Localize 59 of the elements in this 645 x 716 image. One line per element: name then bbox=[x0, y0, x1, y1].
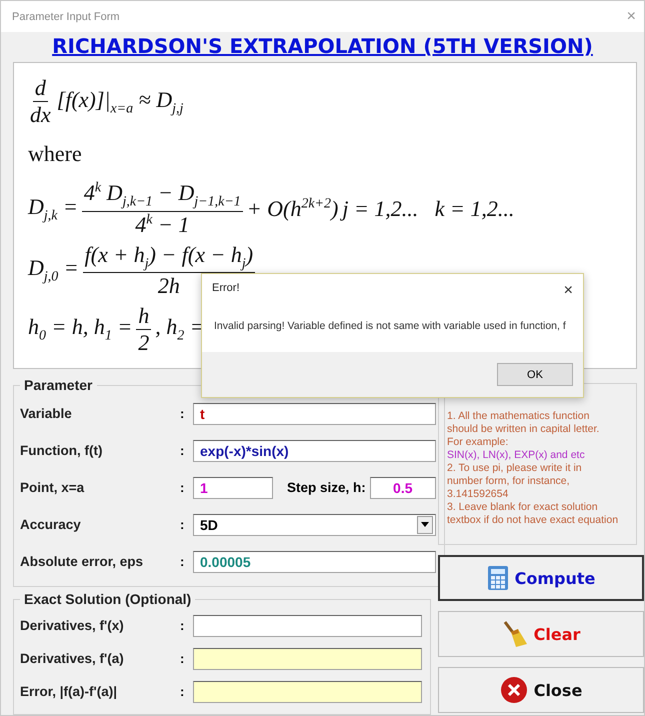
clear-button[interactable]: Clear bbox=[438, 611, 644, 657]
compute-button[interactable]: Compute bbox=[438, 555, 644, 601]
instruction-text: 1. All the mathematics function bbox=[447, 410, 590, 423]
input-field[interactable]: 0.5 bbox=[370, 476, 436, 498]
colon: : bbox=[180, 480, 186, 495]
field-label: Accuracy bbox=[20, 517, 82, 532]
field-label: Step size, h: bbox=[286, 480, 367, 495]
group-legend: Parameter bbox=[20, 377, 96, 393]
instruction-text: For example: bbox=[447, 436, 510, 449]
input-field[interactable] bbox=[193, 648, 422, 670]
formula-text: j = 1,2... k = 1,2... bbox=[342, 196, 514, 222]
input-field[interactable]: 0.00005 bbox=[193, 550, 436, 572]
broom-icon bbox=[502, 620, 528, 648]
input-field[interactable]: 1 bbox=[193, 476, 273, 498]
field-label: Absolute error, eps bbox=[20, 554, 144, 569]
form-heading: RICHARDSON'S EXTRAPOLATION (5TH VERSION) bbox=[52, 34, 593, 58]
close-button[interactable]: × bbox=[564, 282, 573, 300]
instruction-text: 3.141592654 bbox=[447, 488, 510, 501]
formula-text: D$_{j,k}$ = bbox=[28, 194, 78, 224]
field-label: Derivatives, f'(x) bbox=[20, 618, 125, 633]
formula-text: where bbox=[28, 141, 82, 168]
close-icon bbox=[500, 676, 528, 704]
field-label: Point, x=a bbox=[20, 480, 86, 495]
formula-text: D$_{j,0}$ = bbox=[28, 255, 79, 286]
input-field[interactable] bbox=[193, 614, 422, 636]
field-label: Derivatives, f'(a) bbox=[20, 651, 125, 666]
caret-icon bbox=[420, 522, 429, 527]
accuracy-dropdown[interactable]: 5D bbox=[193, 514, 436, 536]
dialog-title: Error! bbox=[212, 282, 240, 296]
formula-text: h$_{0}$ = h, h$_{1}$ = bbox=[28, 314, 132, 345]
instruction-text: 3. Leave blank for exact solution bbox=[447, 501, 599, 514]
colon: : bbox=[180, 554, 186, 569]
instruction-text: should be written in capital letter. bbox=[447, 423, 600, 436]
field-label: Function, f(t) bbox=[20, 443, 104, 458]
group-legend: Exact Solution (Optional) bbox=[20, 591, 196, 607]
calculator-icon bbox=[486, 565, 509, 591]
field-label: Variable bbox=[20, 406, 73, 421]
formula-text: + O(h$^{2k+2}$) bbox=[246, 196, 338, 222]
colon: : bbox=[180, 684, 186, 699]
input-field[interactable]: t bbox=[193, 402, 436, 424]
window-title: Parameter Input Form bbox=[12, 10, 120, 23]
error-message: Invalid parsing! Variable defined is not same with variable used in function, f bbox=[213, 319, 567, 334]
ok-button[interactable]: OK bbox=[497, 363, 573, 386]
colon: : bbox=[180, 443, 186, 458]
instruction-text: SIN(x), LN(x), EXP(x) and etc bbox=[447, 449, 586, 462]
input-field[interactable] bbox=[193, 680, 422, 702]
colon: : bbox=[180, 618, 186, 633]
fraction: h 2 bbox=[136, 303, 152, 356]
formula-text: [f(x)]|$_{x=a}$ ≈ D$_{j,j}$ bbox=[56, 86, 184, 117]
fraction: d dx bbox=[29, 75, 52, 128]
colon: : bbox=[180, 517, 186, 532]
instruction-text: 2. To use pi, please write it in bbox=[447, 462, 583, 475]
input-field[interactable]: exp(-x)*sin(x) bbox=[193, 440, 436, 462]
close-button[interactable]: Close bbox=[438, 667, 644, 713]
instruction-text: number form, for instance, bbox=[447, 475, 571, 488]
instruction-text: textbox if do not have exact equation bbox=[447, 514, 620, 527]
colon: : bbox=[180, 651, 186, 666]
field-label: Error, |f(a)-f'(a)| bbox=[20, 684, 118, 699]
colon: : bbox=[180, 406, 186, 421]
